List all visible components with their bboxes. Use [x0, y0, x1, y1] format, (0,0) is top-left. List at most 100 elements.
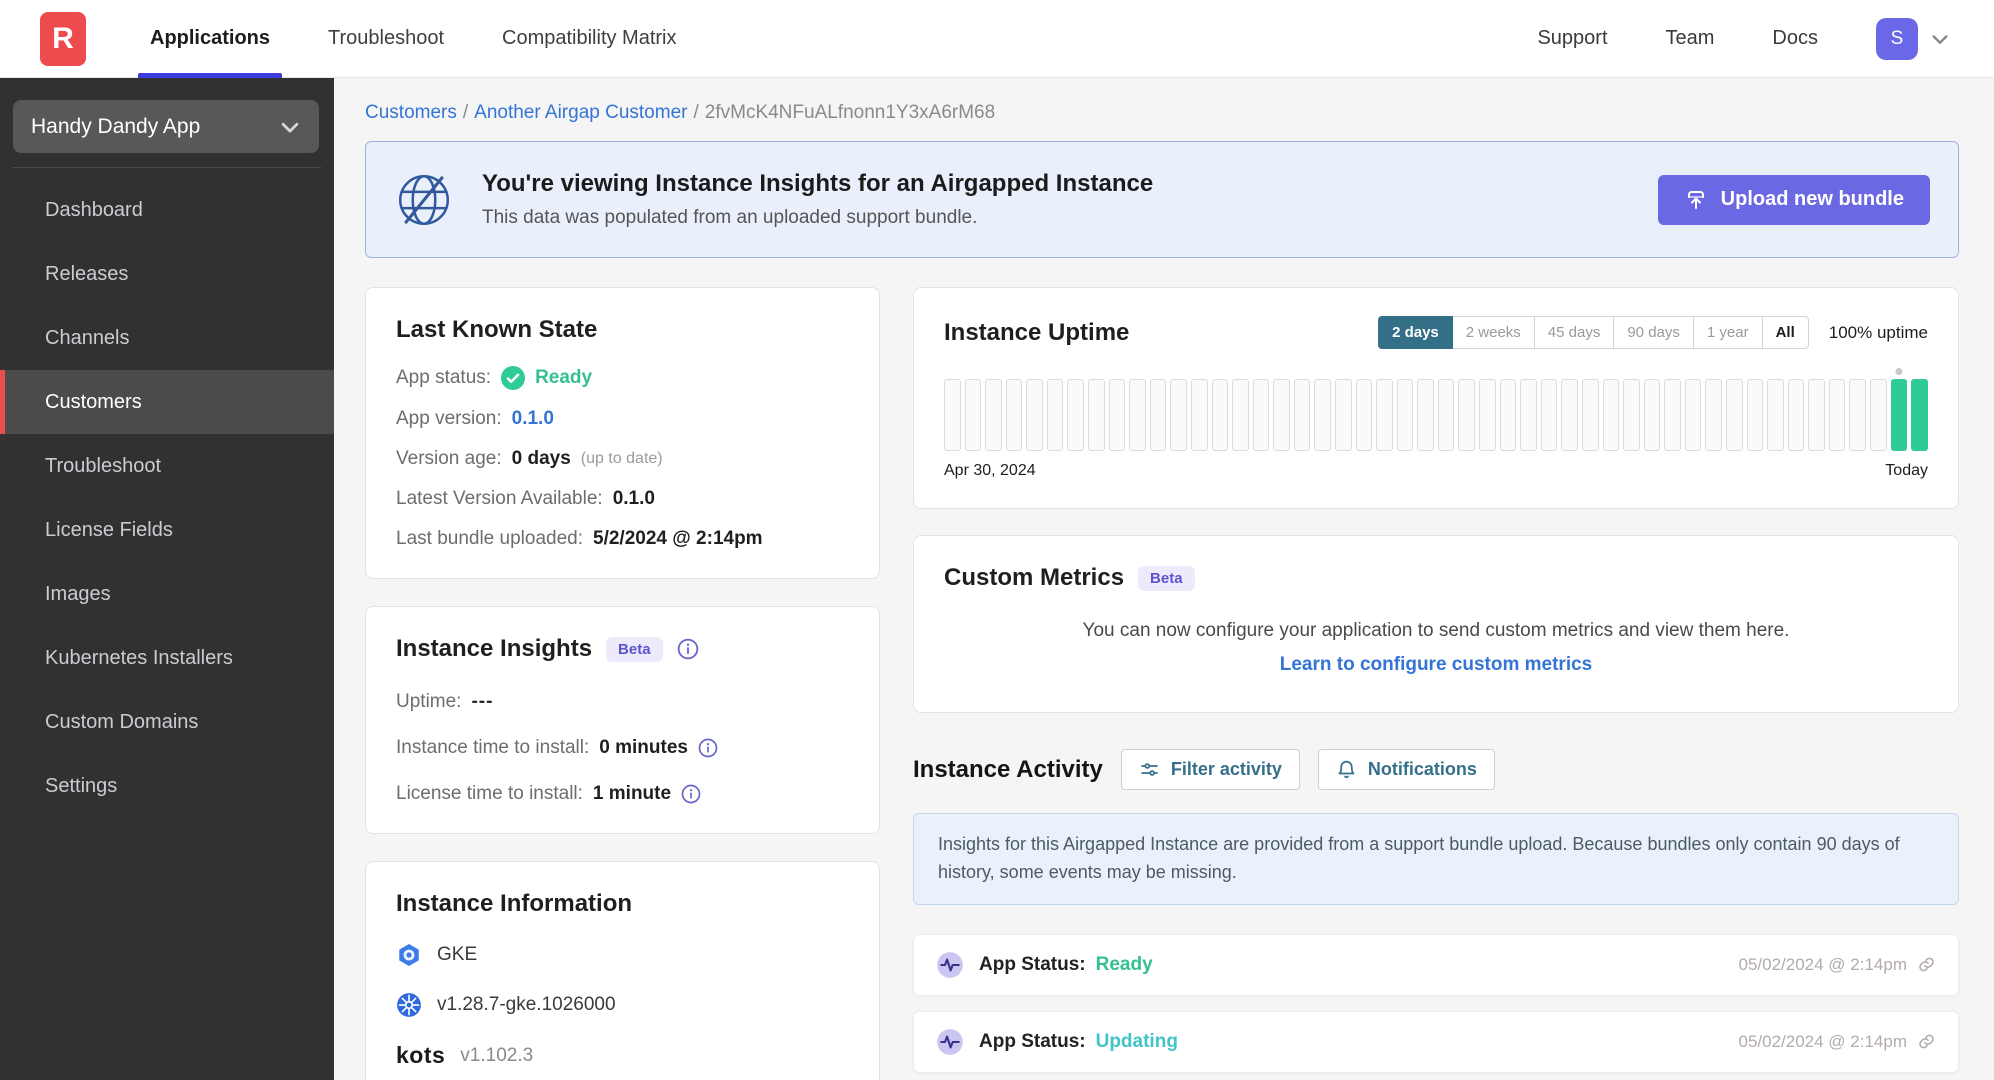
uptime-bar-empty[interactable]: [1808, 379, 1825, 451]
sidebar-item-customers[interactable]: Customers: [0, 370, 334, 434]
avatar[interactable]: S: [1876, 17, 1918, 60]
nav-link-docs[interactable]: Docs: [1772, 27, 1818, 50]
breadcrumb-separator: /: [693, 102, 699, 123]
uptime-bar-empty[interactable]: [1520, 379, 1537, 451]
uptime-bar-empty[interactable]: [1705, 379, 1722, 451]
nav-item-applications[interactable]: Applications: [128, 0, 292, 78]
instance-information-card: Instance Information GKE v1.28.7-gke.1026…: [365, 861, 880, 1080]
kots-logo: kots: [396, 1042, 446, 1068]
filter-activity-button[interactable]: Filter activity: [1120, 749, 1300, 790]
uptime-bar-empty[interactable]: [1149, 379, 1167, 451]
breadcrumb-link-customers[interactable]: Customers: [365, 102, 457, 123]
sidebar-item-images[interactable]: Images: [0, 562, 334, 626]
notifications-button[interactable]: Notifications: [1317, 749, 1495, 790]
uptime-bar-empty[interactable]: [1828, 379, 1846, 451]
uptime-bar-empty[interactable]: [1684, 379, 1702, 451]
uptime-bar-up[interactable]: [1911, 379, 1928, 451]
permalink-icon[interactable]: [1917, 955, 1936, 974]
upload-new-bundle-button[interactable]: Upload new bundle: [1657, 174, 1930, 225]
uptime-bar-empty[interactable]: [1664, 379, 1681, 451]
account-menu[interactable]: S: [1876, 17, 1950, 60]
app-selector-dropdown[interactable]: Handy Dandy App: [13, 100, 319, 153]
uptime-bar-empty[interactable]: [1623, 379, 1640, 451]
uptime-bar-empty[interactable]: [1026, 379, 1043, 451]
uptime-range-2-weeks[interactable]: 2 weeks: [1452, 316, 1535, 349]
uptime-bar-empty[interactable]: [1170, 379, 1187, 451]
app-version-link[interactable]: 0.1.0: [512, 408, 554, 430]
activity-timestamp: 05/02/2024 @ 2:14pm: [1739, 1032, 1937, 1052]
app-status-row: App status: Ready: [396, 366, 849, 390]
uptime-bar-empty[interactable]: [1458, 379, 1476, 451]
uptime-bar-empty[interactable]: [1602, 379, 1620, 451]
uptime-bar-empty[interactable]: [1849, 379, 1867, 451]
sidebar-item-kubernetes-installers[interactable]: Kubernetes Installers: [0, 626, 334, 690]
sidebar-item-troubleshoot[interactable]: Troubleshoot: [0, 434, 334, 498]
gke-icon: [396, 942, 422, 968]
uptime-bar-empty[interactable]: [1540, 379, 1558, 451]
sidebar-item-settings[interactable]: Settings: [0, 754, 334, 818]
uptime-bar-empty[interactable]: [1190, 379, 1208, 451]
uptime-bar-empty[interactable]: [1767, 379, 1784, 451]
uptime-bar-empty[interactable]: [1787, 379, 1805, 451]
uptime-range-90-days[interactable]: 90 days: [1614, 316, 1694, 349]
pulse-icon: [936, 951, 964, 979]
sidebar-item-dashboard[interactable]: Dashboard: [0, 178, 334, 242]
uptime-bar-empty[interactable]: [1870, 379, 1887, 451]
configure-custom-metrics-link[interactable]: Learn to configure custom metrics: [944, 654, 1928, 676]
uptime-range-all[interactable]: All: [1762, 316, 1809, 349]
sidebar-item-license-fields[interactable]: License Fields: [0, 498, 334, 562]
uptime-bar-empty[interactable]: [1561, 379, 1578, 451]
uptime-start-label: Apr 30, 2024: [944, 462, 1036, 479]
uptime-bar-empty[interactable]: [985, 379, 1002, 451]
uptime-bar-empty[interactable]: [1232, 379, 1249, 451]
nav-item-troubleshoot[interactable]: Troubleshoot: [306, 0, 466, 78]
sidebar-item-custom-domains[interactable]: Custom Domains: [0, 690, 334, 754]
uptime-bar-empty[interactable]: [1252, 379, 1270, 451]
nav-link-support[interactable]: Support: [1537, 27, 1607, 50]
uptime-bar-empty[interactable]: [1314, 379, 1331, 451]
uptime-bar-empty[interactable]: [1479, 379, 1496, 451]
sidebar-item-channels[interactable]: Channels: [0, 306, 334, 370]
sidebar-item-releases[interactable]: Releases: [0, 242, 334, 306]
info-icon[interactable]: [677, 638, 699, 660]
uptime-bar-empty[interactable]: [1643, 379, 1661, 451]
uptime-bar-empty[interactable]: [1746, 379, 1764, 451]
info-icon[interactable]: [698, 738, 718, 758]
app-root: R Applications Troubleshoot Compatibility …: [0, 0, 1994, 1080]
uptime-bar-empty[interactable]: [1273, 379, 1290, 451]
uptime-bar-empty[interactable]: [1725, 379, 1743, 451]
permalink-icon[interactable]: [1917, 1032, 1936, 1051]
uptime-bar-empty[interactable]: [1396, 379, 1414, 451]
nav-link-team[interactable]: Team: [1666, 27, 1715, 50]
uptime-bar-empty[interactable]: [964, 379, 982, 451]
uptime-bar-empty[interactable]: [1581, 379, 1599, 451]
nav-item-compatibility-matrix[interactable]: Compatibility Matrix: [480, 0, 698, 78]
info-icon[interactable]: [681, 784, 701, 804]
uptime-bar-empty[interactable]: [1334, 379, 1352, 451]
uptime-bar-empty[interactable]: [1108, 379, 1126, 451]
uptime-range-2-days[interactable]: 2 days: [1378, 316, 1453, 349]
uptime-bar-empty[interactable]: [1088, 379, 1105, 451]
uptime-bar-empty[interactable]: [1067, 379, 1085, 451]
uptime-bar-empty[interactable]: [1129, 379, 1146, 451]
instance-info-row: v1.28.7-gke.1026000: [396, 992, 849, 1018]
uptime-bar-empty[interactable]: [1417, 379, 1434, 451]
uptime-range-1-year[interactable]: 1 year: [1693, 316, 1763, 349]
replicated-logo[interactable]: R: [40, 11, 86, 66]
uptime-bar-empty[interactable]: [1293, 379, 1311, 451]
uptime-bar-empty[interactable]: [1211, 379, 1229, 451]
uptime-range-45-days[interactable]: 45 days: [1534, 316, 1615, 349]
uptime-bar-empty[interactable]: [944, 379, 961, 451]
breadcrumb-link-another-airgap-customer[interactable]: Another Airgap Customer: [474, 102, 687, 123]
uptime-bar-empty[interactable]: [1355, 379, 1373, 451]
uptime-bar-empty[interactable]: [1046, 379, 1064, 451]
uptime-bar-empty[interactable]: [1005, 379, 1023, 451]
uptime-bar-empty[interactable]: [1499, 379, 1517, 451]
uptime-bar-empty[interactable]: [1376, 379, 1393, 451]
filter-button-label: Filter activity: [1170, 759, 1282, 779]
uptime-bar-up[interactable]: [1890, 368, 1908, 451]
card-title: Instance Insights: [396, 635, 593, 662]
pulse-icon: [936, 1028, 964, 1056]
breadcrumb-separator: /: [462, 102, 469, 123]
uptime-bar-empty[interactable]: [1437, 379, 1455, 451]
